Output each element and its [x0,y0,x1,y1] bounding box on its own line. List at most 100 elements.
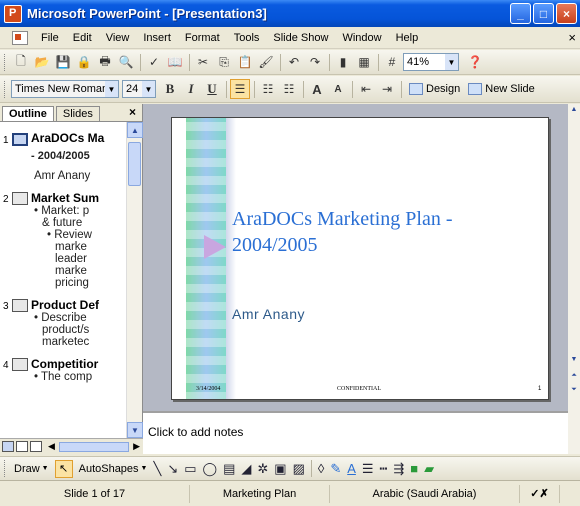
chevron-down-icon[interactable]: ▼ [105,81,118,97]
open-icon[interactable]: 📂 [32,52,52,72]
next-slide-icon[interactable]: ⏷ [569,386,579,398]
minimize-button[interactable]: _ [510,3,531,24]
line-color-icon[interactable]: ✎ [330,461,341,477]
increase-font-button[interactable]: A [307,79,327,99]
maximize-button[interactable]: □ [533,3,554,24]
scroll-right-icon[interactable]: ▶ [133,441,140,452]
picture-icon[interactable]: ▨ [293,461,305,477]
line-icon[interactable]: ╲ [153,461,161,477]
insert-table-icon[interactable]: ▦ [354,52,374,72]
format-painter-icon[interactable]: 🖌 [256,52,276,72]
toolbar-grip[interactable] [4,53,7,71]
previous-slide-icon[interactable]: ⏶ [569,372,579,384]
italic-button[interactable]: I [181,79,201,99]
bullets-icon[interactable]: ☷ [279,79,299,99]
document-icon[interactable] [12,30,28,45]
dash-style-icon[interactable]: ┅ [380,461,388,477]
clip-art-icon[interactable]: ▣ [274,461,286,477]
insert-chart-icon[interactable]: ▮ [333,52,353,72]
paste-icon[interactable]: 📋 [235,52,255,72]
slide-title[interactable]: AraDOCs Marketing Plan - 2004/2005 [232,206,532,258]
notes-scrollbar[interactable] [568,411,580,454]
menu-file[interactable]: File [34,30,66,46]
research-icon[interactable]: 📖 [165,52,185,72]
horizontal-scroll-thumb[interactable] [58,441,130,452]
outline-slide-4[interactable]: 4 Competitior • The comp [0,357,126,383]
new-slide-button[interactable]: New Slide [464,83,539,95]
select-objects-icon[interactable]: ↖ [54,459,73,478]
menu-edit[interactable]: Edit [66,30,99,46]
line-style-icon[interactable]: ☰ [362,461,374,477]
new-icon[interactable]: 🗋 [11,52,31,72]
toolbar-grip[interactable] [4,460,7,477]
slide-icon[interactable] [12,192,28,205]
menu-tools[interactable]: Tools [227,30,267,46]
pane-close-icon[interactable]: × [129,105,136,119]
grid-icon[interactable]: # [382,52,402,72]
font-color-icon[interactable]: A [347,461,356,476]
chevron-down-icon[interactable]: ▼ [142,81,155,97]
align-left-icon[interactable]: ☰ [230,79,250,99]
notes-placeholder[interactable]: Click to add notes [148,425,243,439]
outline-slide-2[interactable]: 2 Market Sum • Market: p & future • Revi… [0,191,126,289]
diagram-icon[interactable]: ✲ [257,461,268,477]
menu-insert[interactable]: Insert [136,30,178,46]
permission-icon[interactable]: 🔒 [74,52,94,72]
scroll-down-icon[interactable]: ▼ [127,422,143,438]
outline-scrollbar[interactable]: ▲ ▼ [126,122,143,438]
slide-subtitle[interactable]: Amr Anany [232,306,305,322]
normal-view-icon[interactable] [2,441,14,452]
slide-icon[interactable] [12,133,28,146]
increase-indent-icon[interactable]: ⇥ [377,79,397,99]
document-close-icon[interactable]: × [568,30,576,45]
menu-help[interactable]: Help [389,30,426,46]
spelling-icon[interactable]: ✓ [144,52,164,72]
tab-outline[interactable]: Outline [2,106,54,121]
tab-slides[interactable]: Slides [55,106,100,121]
autoshapes-menu[interactable]: AutoShapes ▼ [76,463,151,475]
shadow-style-icon[interactable]: ■ [410,461,418,476]
slide-show-view-icon[interactable] [30,441,42,452]
zoom-select[interactable]: 41% ▼ [403,53,459,71]
scroll-down-icon[interactable]: ▼ [569,356,579,368]
menu-view[interactable]: View [99,30,137,46]
decrease-font-button[interactable]: A [328,79,348,99]
save-icon[interactable]: 💾 [53,52,73,72]
slide-canvas[interactable]: AraDOCs Marketing Plan - 2004/2005 Amr A… [171,117,549,400]
wordart-icon[interactable]: ◢ [241,461,251,477]
menu-format[interactable]: Format [178,30,227,46]
fill-color-icon[interactable]: ◊ [318,461,324,476]
underline-button[interactable]: U [202,79,222,99]
redo-icon[interactable]: ↷ [305,52,325,72]
text-box-icon[interactable]: ▤ [223,461,235,477]
scroll-up-icon[interactable]: ▲ [569,106,579,118]
menu-slide-show[interactable]: Slide Show [266,30,335,46]
bold-button[interactable]: B [160,79,180,99]
copy-icon[interactable]: ⎘ [214,52,234,72]
font-select[interactable]: Times New Roman ▼ [11,80,119,98]
spelling-status-icon[interactable]: ✓✗ [520,484,560,503]
toolbar-grip[interactable] [4,80,7,98]
help-icon[interactable]: ❓ [465,52,485,72]
slide-editing-area[interactable]: AraDOCs Marketing Plan - 2004/2005 Amr A… [143,104,568,411]
arrow-icon[interactable]: ↘ [167,461,178,477]
outline-content[interactable]: 1 AraDOCs Ma - 2004/2005 Amr Anany 2 Mar… [0,122,126,438]
cut-icon[interactable]: ✂ [193,52,213,72]
arrow-style-icon[interactable]: ⇶ [393,461,404,477]
notes-pane[interactable]: Click to add notes [143,411,568,454]
slide-icon[interactable] [12,299,28,312]
menu-window[interactable]: Window [335,30,388,46]
slide-icon[interactable] [12,358,28,371]
close-button[interactable]: × [556,3,577,24]
chevron-down-icon[interactable]: ▼ [445,54,458,70]
slide-scrollbar[interactable]: ▲ ▼ ⏶ ⏷ [568,104,580,411]
rectangle-icon[interactable]: ▭ [184,461,196,477]
undo-icon[interactable]: ↶ [284,52,304,72]
outline-slide-1[interactable]: 1 AraDOCs Ma - 2004/2005 Amr Anany [0,131,126,182]
decrease-indent-icon[interactable]: ⇤ [356,79,376,99]
print-preview-icon[interactable]: 🔍 [116,52,136,72]
design-button[interactable]: Design [405,83,464,95]
font-size-select[interactable]: 24 ▼ [122,80,156,98]
draw-menu[interactable]: Draw ▼ [11,463,52,475]
numbering-icon[interactable]: ☷ [258,79,278,99]
